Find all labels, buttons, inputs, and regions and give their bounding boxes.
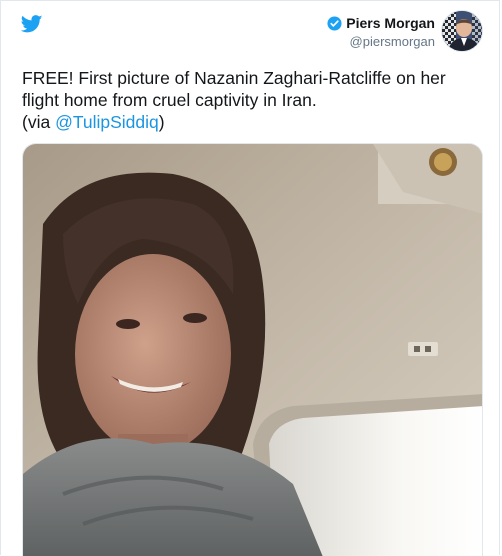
avatar[interactable] [441,10,483,52]
tweet-via-suffix: ) [158,112,165,132]
mention-link[interactable]: @TulipSiddiq [55,112,159,132]
author-name-row: Piers Morgan [327,15,435,31]
author-handle[interactable]: @piersmorgan [327,34,435,49]
tweet-body: FREE! First picture of Nazanin Zaghari-R… [22,68,446,110]
author-block[interactable]: Piers Morgan @piersmorgan [327,15,435,49]
author-name[interactable]: Piers Morgan [346,15,435,31]
verified-badge-icon [327,15,342,31]
tweet-photo[interactable] [22,143,483,556]
twitter-bird-icon[interactable] [20,15,43,33]
tweet-via-prefix: (via [22,112,56,132]
tweet-card: Piers Morgan @piersmorgan FREE! First pi… [0,0,500,556]
tweet-text: FREE! First picture of Nazanin Zaghari-R… [22,67,482,133]
